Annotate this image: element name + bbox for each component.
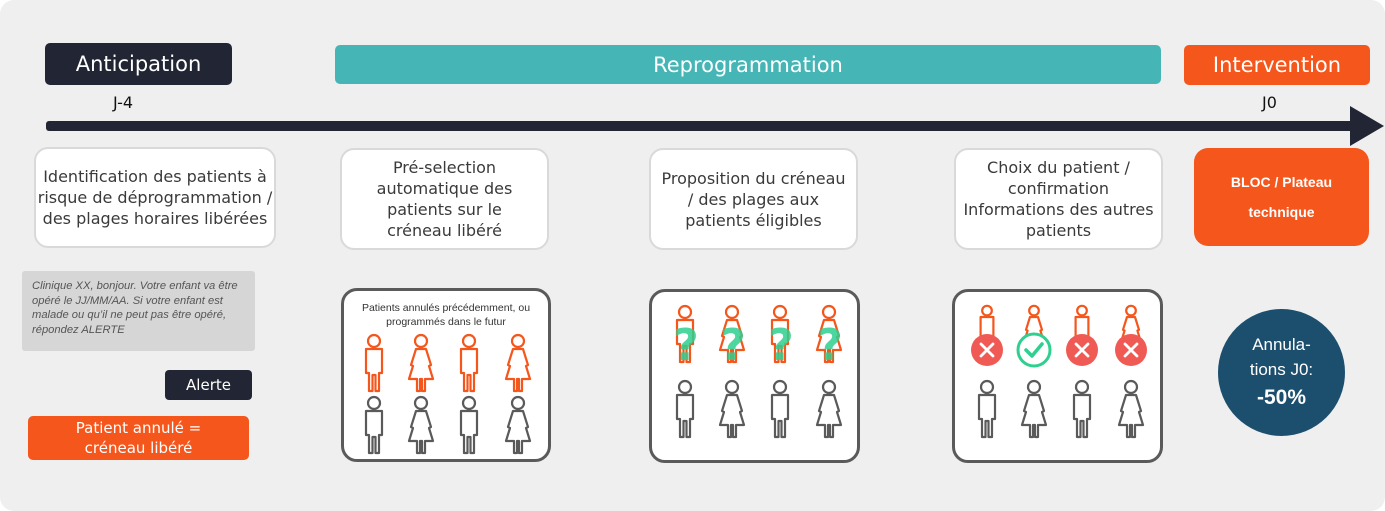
timeline-arrow — [46, 121, 1356, 131]
female-patient-icon — [1020, 379, 1048, 439]
male-patient-icon — [1072, 379, 1092, 439]
step-identification-text: Identification des patients à risque de … — [37, 167, 273, 228]
step-bloc-text: BLOC / Plateau technique — [1230, 174, 1333, 220]
male-patient-icon — [459, 395, 479, 455]
preselection-panel: Patients annulés précédemment, ou progra… — [341, 288, 551, 462]
male-patient-icon — [977, 379, 997, 439]
question-mark-icon: ? — [817, 320, 843, 371]
female-patient-icon — [407, 395, 435, 455]
question-mark-icon: ? — [720, 320, 746, 371]
phase-anticipation-label: Anticipation — [75, 52, 202, 76]
step-bloc: BLOC / Plateau technique — [1194, 148, 1369, 246]
step-preselection-text: Pré-selection automatique des patients s… — [376, 158, 513, 240]
patients-group — [971, 304, 1147, 439]
female-patient-icon — [815, 379, 843, 439]
timeline-start-label: J-4 — [113, 93, 134, 112]
check-icon — [1016, 332, 1052, 368]
phase-intervention: Intervention — [1184, 45, 1370, 85]
phase-reprogrammation-label: Reprogrammation — [653, 52, 843, 77]
phase-intervention-label: Intervention — [1212, 53, 1342, 77]
step-choix: Choix du patient / confirmation Informat… — [954, 148, 1163, 250]
question-mark-icon: ? — [768, 320, 794, 371]
male-patient-icon — [364, 333, 384, 393]
cross-icon — [971, 334, 1003, 366]
cross-icon — [1066, 334, 1098, 366]
male-patient-icon — [770, 379, 790, 439]
cancellation-stat-circle: Annula- tions J0: -50% — [1218, 309, 1345, 436]
female-patient-icon — [1117, 379, 1145, 439]
step-proposition: Proposition du créneau / des plages aux … — [649, 148, 858, 250]
female-patient-icon — [504, 333, 532, 393]
male-patient-icon — [675, 379, 695, 439]
female-patient-icon — [504, 395, 532, 455]
phase-reprogrammation: Reprogrammation — [335, 45, 1161, 84]
patients-group: ???? — [673, 304, 843, 439]
step-identification: Identification des patients à risque de … — [34, 147, 276, 248]
male-patient-icon — [459, 333, 479, 393]
stat-value: -50% — [1256, 385, 1307, 409]
stat-label-line2: tions J0: — [1249, 359, 1314, 379]
diagram-canvas: Anticipation Reprogrammation Interventio… — [0, 0, 1385, 511]
patients-group — [364, 333, 532, 455]
male-patient-icon — [364, 395, 384, 455]
stat-label-line1: Annula- — [1252, 334, 1311, 354]
arrow-right-icon — [1350, 106, 1384, 146]
proposition-panel: ???? — [649, 289, 860, 463]
cancelled-patient-box: Patient annulé = créneau libéré — [28, 416, 249, 460]
phase-anticipation: Anticipation — [45, 43, 232, 85]
choice-panel — [952, 289, 1163, 463]
cross-icon — [1115, 334, 1147, 366]
cancelled-patient-text: Patient annulé = créneau libéré — [75, 419, 202, 457]
step-proposition-text: Proposition du créneau / des plages aux … — [661, 168, 846, 230]
female-patient-icon — [407, 333, 435, 393]
question-mark-icon: ? — [673, 320, 699, 371]
sms-message: Clinique XX, bonjour. Votre enfant va êt… — [22, 271, 255, 351]
female-patient-icon — [718, 379, 746, 439]
step-preselection: Pré-selection automatique des patients s… — [340, 148, 549, 250]
alert-badge: Alerte — [165, 370, 252, 400]
timeline-end-label: J0 — [1262, 93, 1277, 112]
step-choix-text: Choix du patient / confirmation Informat… — [963, 158, 1154, 240]
